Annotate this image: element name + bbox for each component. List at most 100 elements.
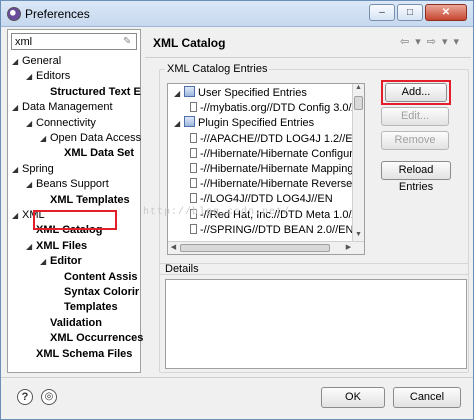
expand-icon[interactable]: ◢	[26, 178, 36, 192]
tree-item[interactable]: XML Schema Files	[26, 347, 132, 361]
expand-icon[interactable]: ◢	[174, 116, 184, 131]
catalog-entry[interactable]: -//APACHE//DTD LOG4J 1.2//EN	[190, 132, 361, 147]
catalog-entry-label: -//LOG4J//DTD LOG4J//EN	[200, 193, 333, 206]
expand-icon[interactable]: ◢	[12, 101, 22, 115]
catalog-entry[interactable]: -//LOG4J//DTD LOG4J//EN	[190, 192, 333, 207]
tree-item[interactable]: ◢ Data Management	[12, 100, 113, 114]
tree-item[interactable]: ◢ XML Files	[26, 239, 87, 253]
title-bar[interactable]: Preferences – □ ✕	[1, 1, 473, 27]
title-separator	[145, 57, 471, 58]
tree-item-label: Editor	[50, 255, 82, 268]
details-label: Details	[165, 263, 199, 275]
import-export-icon[interactable]: ◎	[41, 389, 57, 405]
tree-item[interactable]: ◢ Open Data Access	[40, 131, 141, 145]
back-icon[interactable]: ⇦	[400, 35, 409, 48]
catalog-entry[interactable]: -//Hibernate/Hibernate Reverse E	[190, 177, 363, 192]
tree-item[interactable]: XML Data Set	[54, 146, 134, 160]
catalog-entry[interactable]: -//mybatis.org//DTD Config 3.0//E	[190, 101, 362, 116]
scroll-thumb[interactable]	[354, 96, 363, 110]
filter-field[interactable]: ✎	[11, 33, 137, 50]
vertical-scrollbar[interactable]: ▲ ▼	[352, 84, 364, 242]
window-title: Preferences	[25, 7, 90, 21]
expand-icon[interactable]: ◢	[12, 163, 22, 177]
tree-item-label: Syntax Colorir	[64, 286, 140, 298]
tree-item[interactable]: ◢ Editors	[26, 69, 70, 83]
catalog-entries-tree[interactable]: ◢ User Specified Entries -//mybatis.org//D…	[167, 83, 365, 255]
tree-item[interactable]: Syntax Colorir	[54, 285, 139, 299]
scroll-left-icon[interactable]: ◀	[168, 242, 179, 254]
help-icon[interactable]: ?	[17, 389, 33, 405]
tree-item-label: XML Occurrences	[50, 332, 144, 345]
tree-item-label: XML Schema Files	[36, 347, 133, 360]
view-menu-icon[interactable]: ▾	[453, 35, 459, 48]
tree-item-label: Connectivity	[36, 116, 96, 129]
clear-icon[interactable]: ✎	[123, 36, 133, 47]
maximize-button[interactable]: □	[397, 4, 423, 21]
dtd-file-icon	[190, 178, 197, 189]
back-menu-icon[interactable]: ▾	[415, 35, 421, 48]
dtd-file-icon	[190, 163, 197, 173]
catalog-entry[interactable]: -//SPRING//DTD BEAN 2.0//EN	[190, 223, 353, 238]
tree-item[interactable]: ◢ Beans Support	[26, 177, 109, 191]
catalog-entry-label: -//mybatis.org//DTD Config 3.0//E	[200, 102, 362, 115]
tree-item-label: Content Assis	[64, 270, 138, 283]
tree-item[interactable]: Content Assis	[54, 270, 138, 284]
tree-item-label: XML Files	[36, 239, 88, 252]
hscroll-thumb[interactable]	[180, 244, 330, 252]
minimize-button[interactable]: –	[369, 4, 395, 21]
remove-button[interactable]: Remove	[381, 131, 449, 150]
catalog-entry[interactable]: -//Hibernate/Hibernate Mapping	[190, 162, 353, 177]
close-button[interactable]: ✕	[425, 4, 467, 21]
catalog-entry[interactable]: -//Hibernate/Hibernate Configura	[190, 147, 359, 162]
page-title: XML Catalog	[153, 36, 226, 50]
preferences-window: Preferences – □ ✕ ✎ ◢General◢EditorsStru…	[0, 0, 474, 420]
dtd-file-icon	[190, 102, 197, 113]
add-button-highlight	[381, 80, 451, 105]
expand-icon[interactable]: ◢	[40, 255, 50, 269]
tree-item[interactable]: ◢ Connectivity	[26, 116, 96, 130]
tree-item[interactable]: XML Templates	[40, 193, 130, 207]
tree-item-label: XML Templates	[50, 193, 130, 206]
catalog-entry-label: User Specified Entries	[198, 87, 307, 99]
forward-menu-icon[interactable]: ▾	[442, 35, 448, 48]
catalog-icon	[184, 116, 195, 128]
expand-icon[interactable]: ◢	[26, 117, 36, 131]
footer-separator	[1, 377, 473, 378]
tree-item[interactable]: ◢ Spring	[12, 162, 54, 176]
tree-item-label: General	[22, 55, 62, 67]
catalog-entry-label: -//Hibernate/Hibernate Mapping	[200, 163, 354, 175]
expand-icon[interactable]: ◢	[174, 86, 184, 101]
scroll-up-icon[interactable]: ▲	[353, 84, 364, 95]
tree-item-label: Validation	[50, 316, 102, 329]
tree-item-label: XML Data Set	[64, 147, 135, 160]
dtd-file-icon	[190, 132, 197, 143]
reload-entries-button[interactable]: Reload Entries	[381, 161, 451, 193]
expand-icon[interactable]: ◢	[12, 55, 22, 69]
tree-item[interactable]: ◢ Editor	[40, 254, 82, 268]
expand-icon[interactable]: ◢	[12, 209, 22, 223]
forward-icon[interactable]: ⇨	[427, 35, 436, 48]
catalog-group[interactable]: ◢ User Specified Entries	[174, 86, 307, 101]
tree-item[interactable]: XML Occurrences	[40, 331, 143, 345]
tree-item[interactable]: Structured Text E	[40, 85, 141, 99]
filter-input[interactable]	[12, 34, 122, 49]
horizontal-scrollbar[interactable]: ◀ ▶	[168, 241, 364, 254]
catalog-entry-label: -//Hibernate/Hibernate Reverse E	[200, 178, 363, 191]
catalog-group[interactable]: ◢ Plugin Specified Entries	[174, 116, 314, 131]
dtd-file-icon	[190, 147, 197, 158]
edit-button[interactable]: Edit...	[381, 107, 449, 126]
window-controls: – □ ✕	[369, 4, 467, 21]
scroll-right-icon[interactable]: ▶	[343, 242, 354, 254]
expand-icon[interactable]: ◢	[40, 132, 50, 146]
tree-item-label: Editors	[36, 70, 71, 83]
tree-item[interactable]: Templates	[54, 300, 118, 314]
preference-tree-panel: ✎ ◢General◢EditorsStructured Text E◢Data…	[7, 29, 143, 373]
tree-item[interactable]: Validation	[40, 316, 102, 330]
watermark: http://blog.csdn.net/	[143, 207, 291, 218]
tree-item[interactable]: ◢ General	[12, 54, 61, 68]
expand-icon[interactable]: ◢	[26, 240, 36, 254]
cancel-button[interactable]: Cancel	[393, 387, 461, 408]
expand-icon[interactable]: ◢	[26, 70, 36, 84]
ok-button[interactable]: OK	[321, 387, 385, 408]
tree-item-label: Beans Support	[36, 178, 109, 191]
